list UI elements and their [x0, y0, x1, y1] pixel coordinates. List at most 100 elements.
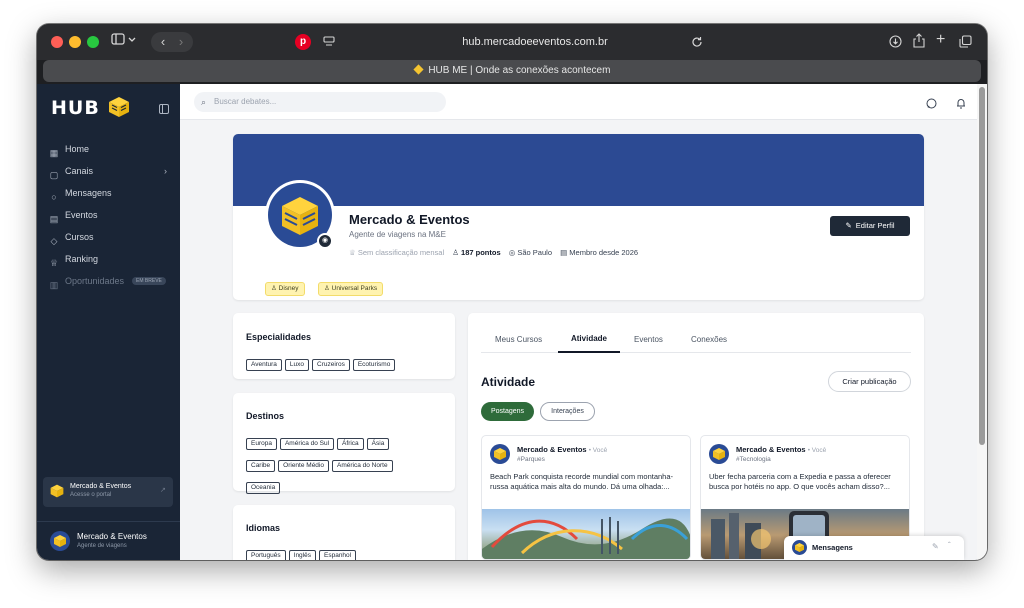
- address-url: hub.mercadoeeventos.com.br: [462, 36, 608, 48]
- profile-avatar-frame: ◉: [265, 180, 335, 250]
- sidebar-item-canais[interactable]: ▢ Canais ›: [49, 162, 171, 180]
- user-name: Mercado & Eventos: [77, 532, 147, 541]
- minimize-window-button[interactable]: [69, 36, 81, 48]
- destination-tag: América do Norte: [331, 460, 393, 472]
- trophy-icon: ♕: [49, 258, 59, 268]
- destination-tag: Ásia: [366, 438, 390, 450]
- hub-logo[interactable]: HUB: [51, 96, 130, 119]
- destination-tag: Oceania: [246, 482, 281, 494]
- tab-eventos[interactable]: Eventos: [634, 335, 663, 344]
- sidebar-item-eventos[interactable]: ▤ Eventos: [49, 206, 171, 224]
- destination-tag: Oriente Médio: [278, 460, 329, 472]
- avatar: [50, 531, 70, 551]
- search-input[interactable]: ⌕ Buscar debates...: [194, 92, 446, 112]
- post-avatar: [709, 444, 729, 464]
- browser-window: ‹ › p hub.mercadoeeventos.com.br + HUB ME…: [37, 24, 987, 560]
- edit-profile-label: Editar Perfil: [855, 221, 895, 230]
- edit-profile-button[interactable]: ✎ Editar Perfil: [830, 216, 910, 236]
- specialty-tag: Luxo: [284, 359, 310, 371]
- sidebar: HUB ▦ Home ▢ Canais › ○ Mensagens ▤ Even…: [37, 84, 180, 560]
- messages-widget[interactable]: Mensagens ✎ ˆ: [784, 536, 964, 560]
- filter-postagens[interactable]: Postagens: [481, 402, 534, 421]
- browser-tab[interactable]: HUB ME | Onde as conexões acontecem: [43, 60, 981, 82]
- post-tag: #Tecnologia: [736, 456, 771, 463]
- specialties-tags: Aventura Luxo Cruzeiros Ecoturismo: [246, 353, 446, 375]
- search-placeholder: Buscar debates...: [214, 97, 277, 106]
- post-card[interactable]: Mercado & Eventos • Você #Parques Beach …: [481, 435, 691, 560]
- sidebar-user[interactable]: Mercado & Eventos Agente de viagens: [37, 521, 180, 560]
- back-icon[interactable]: ‹: [154, 32, 172, 52]
- sidebar-item-mensagens[interactable]: ○ Mensagens: [49, 184, 171, 202]
- location-text: São Paulo: [517, 248, 552, 257]
- address-bar[interactable]: hub.mercadoeeventos.com.br: [355, 31, 715, 53]
- graduation-cap-icon: ◇: [50, 236, 58, 246]
- app-topbar: ⌕ Buscar debates...: [180, 84, 987, 120]
- language-tag: Espanhol: [319, 550, 357, 560]
- chevron-up-icon[interactable]: ˆ: [948, 541, 951, 550]
- post-author: Mercado & Eventos: [736, 445, 806, 454]
- share-icon[interactable]: [913, 33, 925, 53]
- post-image: [482, 509, 690, 559]
- create-post-button[interactable]: Criar publicação: [828, 371, 911, 392]
- scrollbar-thumb[interactable]: [979, 87, 985, 445]
- new-tab-icon[interactable]: +: [936, 31, 945, 49]
- tab-title: HUB ME | Onde as conexões acontecem: [428, 65, 611, 76]
- grid-icon: ▦: [49, 148, 59, 158]
- briefcase-icon: ▥: [49, 280, 59, 290]
- tab-overview-icon[interactable]: [959, 35, 972, 53]
- medal-icon: ♙: [452, 248, 459, 257]
- post-author-line: Mercado & Eventos • Você: [517, 445, 608, 454]
- coming-soon-badge: EM BREVE: [132, 277, 166, 285]
- post-author: Mercado & Eventos: [517, 445, 587, 454]
- pinterest-icon[interactable]: p: [295, 34, 311, 50]
- specialty-tag: Aventura: [246, 359, 282, 371]
- tab-favicon-icon: [412, 64, 424, 75]
- close-window-button[interactable]: [51, 36, 63, 48]
- sidebar-item-label: Oportunidades: [65, 276, 125, 286]
- portal-card-title: Mercado & Eventos: [70, 483, 132, 490]
- tab-meus-cursos[interactable]: Meus Cursos: [495, 335, 542, 344]
- profile-card: ◉ Mercado & Eventos Agente de viagens na…: [233, 134, 924, 300]
- sidebar-item-ranking[interactable]: ♕ Ranking: [49, 250, 171, 268]
- profile-banner: [233, 134, 924, 206]
- chat-square-icon: ▢: [49, 170, 59, 180]
- nav-buttons: ‹ ›: [151, 32, 193, 52]
- destinations-card: Destinos Europa América do Sul África Ásia C…: [233, 393, 455, 494]
- collapse-sidebar-icon[interactable]: [159, 101, 169, 119]
- tab-atividade[interactable]: Atividade: [558, 327, 620, 353]
- language-tag: Inglês: [288, 550, 316, 560]
- reload-icon[interactable]: [691, 35, 703, 53]
- filter-interacoes[interactable]: Interações: [540, 402, 595, 421]
- portal-card[interactable]: Mercado & Eventos Acesse o portal ↗: [43, 477, 173, 507]
- sidebar-toggle-icon[interactable]: [109, 32, 139, 52]
- messages-avatar: [792, 540, 807, 555]
- zoom-window-button[interactable]: [87, 36, 99, 48]
- camera-icon[interactable]: ◉: [317, 233, 333, 249]
- post-you-label: Você: [811, 447, 827, 454]
- post-author-line: Mercado & Eventos • Você: [736, 445, 827, 454]
- destination-tag: Europa: [246, 438, 277, 450]
- profile-subtitle: Agente de viagens na M&E: [349, 230, 446, 239]
- calendar-icon: ▤: [560, 248, 568, 257]
- app-viewport: HUB ▦ Home ▢ Canais › ○ Mensagens ▤ Even…: [37, 84, 987, 560]
- sidebar-item-cursos[interactable]: ◇ Cursos: [49, 228, 171, 246]
- messages-icon[interactable]: [926, 96, 937, 114]
- interest-tag: ♙ Universal Parks: [318, 282, 384, 296]
- tab-conexoes[interactable]: Conexões: [691, 335, 727, 344]
- language-tag: Português: [246, 550, 286, 560]
- notifications-icon[interactable]: [956, 96, 966, 114]
- compose-icon[interactable]: ✎: [932, 542, 939, 551]
- download-icon[interactable]: [889, 35, 902, 53]
- logo-text: HUB: [51, 97, 100, 119]
- portal-logo-icon: [50, 484, 64, 498]
- page-scrollbar[interactable]: [977, 84, 987, 560]
- profile-name: Mercado & Eventos: [349, 212, 470, 227]
- logo-cube-icon: [109, 97, 130, 117]
- page-settings-icon[interactable]: [323, 35, 335, 53]
- user-role: Agente de viagens: [77, 543, 127, 549]
- sidebar-item-home[interactable]: ▦ Home: [49, 140, 171, 158]
- forward-icon[interactable]: ›: [172, 32, 190, 52]
- sidebar-item-label: Eventos: [65, 210, 98, 220]
- browser-titlebar: ‹ › p hub.mercadoeeventos.com.br +: [37, 24, 987, 60]
- chevron-right-icon: ›: [164, 166, 167, 176]
